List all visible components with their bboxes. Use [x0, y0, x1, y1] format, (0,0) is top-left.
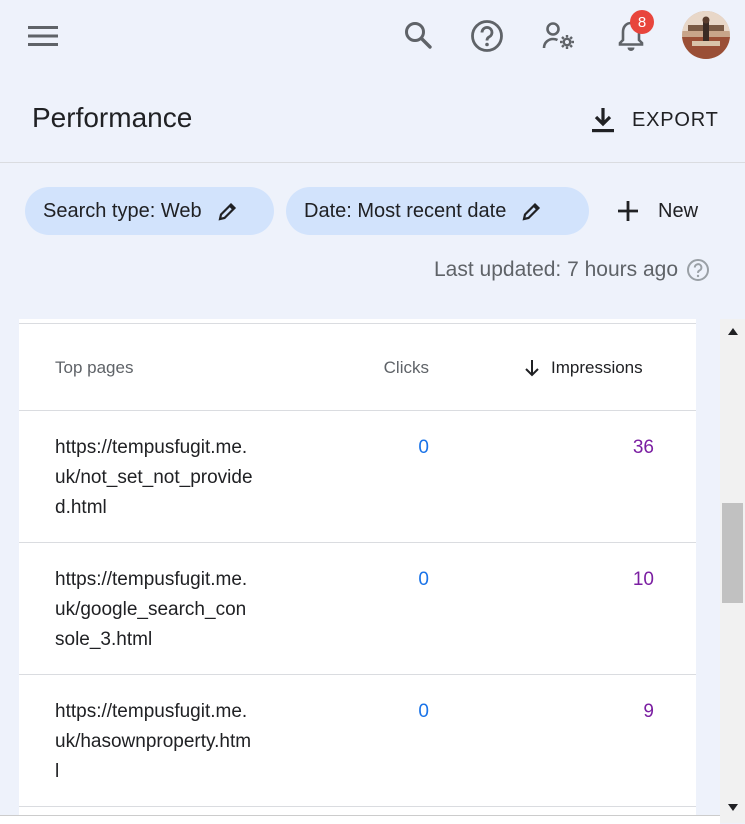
table-header: Top pages Clicks Impressions — [19, 324, 696, 411]
chip-search-type[interactable]: Search type: Web — [25, 187, 274, 235]
admin-icon[interactable] — [538, 15, 580, 57]
impressions-value: 9 — [643, 701, 654, 722]
scroll-up-arrow-icon[interactable] — [720, 319, 745, 343]
scrollbar-thumb[interactable] — [722, 503, 743, 603]
page-title: Performance — [32, 102, 193, 133]
arrow-down-icon — [523, 359, 541, 377]
menu-icon[interactable] — [24, 18, 62, 54]
download-icon — [592, 108, 614, 133]
avatar[interactable] — [682, 11, 730, 59]
last-updated: Last updated: 7 hours ago — [434, 258, 710, 282]
export-button[interactable]: EXPORT — [590, 100, 719, 140]
chip-label: Search type: Web — [43, 199, 202, 222]
impressions-value: 36 — [632, 437, 654, 458]
notification-badge: 8 — [630, 10, 654, 34]
column-header-clicks[interactable]: Clicks — [19, 358, 429, 378]
last-updated-text: Last updated: 7 hours ago — [434, 258, 679, 281]
chip-label: Date: Most recent date — [304, 199, 507, 222]
column-header-impressions[interactable]: Impressions — [523, 358, 643, 378]
table-row[interactable]: https://tempusfugit.me.uk/not_set_not_pr… — [19, 411, 696, 543]
help-icon[interactable] — [466, 15, 508, 57]
top-pages-table: Top pages Clicks Impressions https://tem… — [19, 319, 696, 823]
pencil-icon[interactable] — [218, 201, 238, 221]
impressions-label: Impressions — [551, 358, 643, 377]
export-label: EXPORT — [632, 108, 719, 131]
search-icon[interactable] — [398, 15, 438, 55]
scroll-down-arrow-icon[interactable] — [720, 795, 745, 819]
new-label: New — [658, 199, 699, 222]
pencil-icon[interactable] — [522, 201, 542, 221]
chip-date[interactable]: Date: Most recent date — [286, 187, 589, 235]
table-row[interactable]: https://tempusfugit.me.uk/google_search_… — [19, 543, 696, 675]
impressions-value: 10 — [632, 569, 654, 590]
help-icon[interactable] — [686, 258, 710, 282]
new-filter-button[interactable]: New — [616, 190, 698, 232]
top-app-bar: 8 — [0, 0, 745, 72]
table-row[interactable]: https://tempusfugit.me.uk/hasownproperty… — [19, 675, 696, 807]
title-row: Performance EXPORT — [0, 72, 745, 163]
scrollbar[interactable] — [720, 319, 745, 823]
plus-icon — [618, 201, 638, 221]
